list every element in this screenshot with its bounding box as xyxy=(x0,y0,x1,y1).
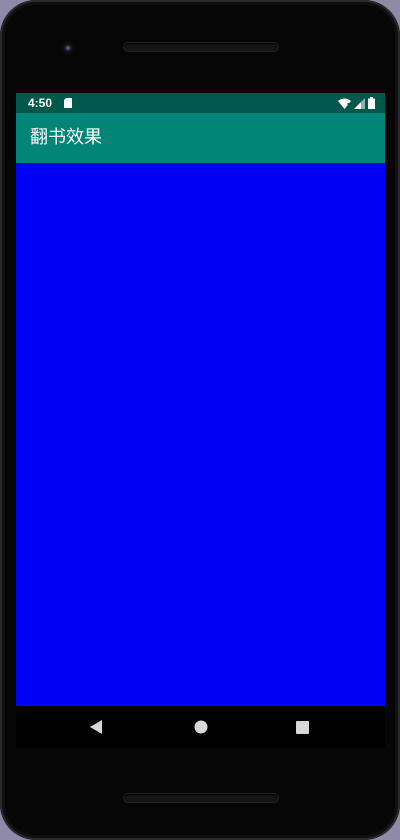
bottom-speaker-grille xyxy=(124,794,278,802)
app-title: 翻书效果 xyxy=(30,127,102,148)
device-screen: 4:50 翻书效果 xyxy=(16,93,385,706)
back-icon xyxy=(89,720,102,734)
top-speaker-grille xyxy=(124,43,278,51)
navigation-bar xyxy=(16,706,385,748)
app-toolbar: 翻书效果 xyxy=(16,113,385,163)
signal-icon xyxy=(354,97,365,109)
status-bar: 4:50 xyxy=(16,93,385,113)
battery-icon xyxy=(368,97,375,109)
status-icons xyxy=(338,97,375,109)
page-curl-content-area[interactable] xyxy=(16,163,385,706)
status-time: 4:50 xyxy=(28,96,53,110)
home-button[interactable] xyxy=(192,718,210,736)
home-icon xyxy=(194,720,208,734)
wifi-icon xyxy=(338,98,351,109)
back-button[interactable] xyxy=(87,718,105,736)
recents-button[interactable] xyxy=(293,718,311,736)
recents-icon xyxy=(295,720,309,734)
front-camera xyxy=(61,41,75,55)
sd-card-icon xyxy=(64,98,72,108)
device-frame: 4:50 翻书效果 xyxy=(0,0,400,840)
